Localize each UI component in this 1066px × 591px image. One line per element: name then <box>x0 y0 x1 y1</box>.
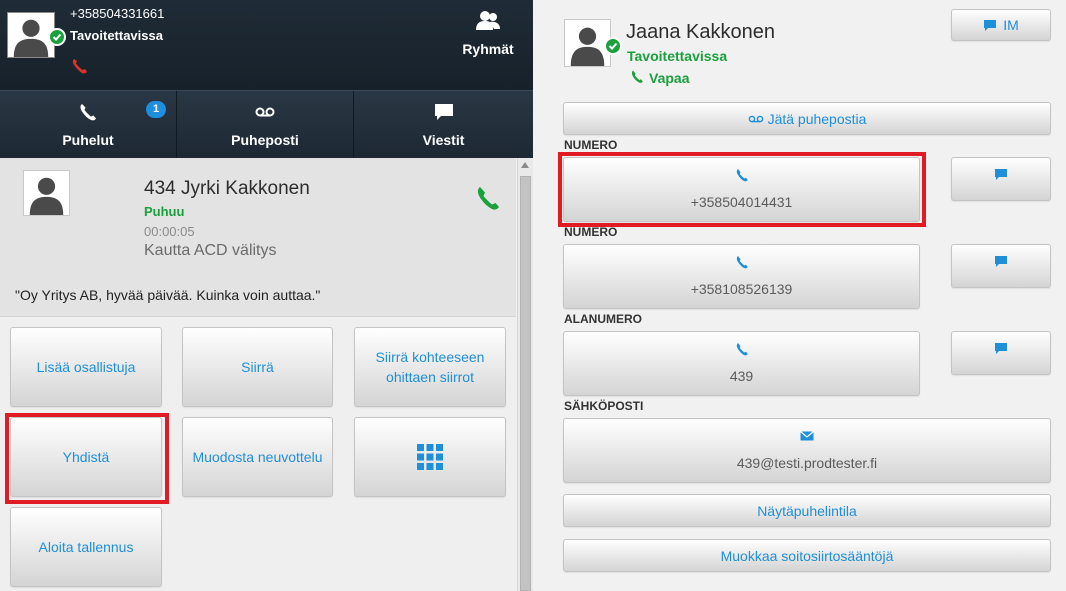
voicemail-icon <box>748 115 763 122</box>
tab-voicemail[interactable]: Puheposti <box>177 91 354 159</box>
leave-voicemail-button[interactable]: Jätä puhepostia <box>563 102 1051 135</box>
conference-button[interactable]: Muodosta neuvottelu <box>182 417 333 497</box>
tab-calls-label: Puhelut <box>62 132 114 148</box>
my-number: +358504331661 <box>70 6 165 21</box>
phone-hangup-icon[interactable] <box>70 56 90 76</box>
add-participant-button[interactable]: Lisää osallistuja <box>10 327 162 407</box>
scroll-thumb[interactable] <box>520 176 531 591</box>
highlight-box <box>558 152 926 227</box>
call-number-button[interactable]: +358108526139 <box>563 244 920 309</box>
im-label: IM <box>1003 17 1019 33</box>
calls-count-badge: 1 <box>146 101 166 118</box>
my-status-icon <box>48 28 66 46</box>
my-status: Tavoitettavissa <box>70 28 163 43</box>
contact-status: Tavoitettavissa <box>627 48 728 64</box>
keypad-icon <box>417 444 443 470</box>
call-greeting-script: "Oy Yritys AB, hyvää päivää. Kuinka voin… <box>15 287 321 303</box>
active-call-card: 434 Jyrki Kakkonen Puhuu 00:00:05 Kautta… <box>0 158 516 317</box>
extension-value: 439 <box>729 367 754 384</box>
start-recording-button[interactable]: Aloita tallennus <box>10 507 162 587</box>
phone-icon <box>80 104 96 121</box>
message-extension-button[interactable] <box>951 331 1051 375</box>
highlight-box <box>5 413 169 504</box>
phone-icon <box>736 342 748 355</box>
number-value: +358108526139 <box>690 280 793 297</box>
show-phone-state-button[interactable]: Näytäpuhelintila <box>563 494 1051 527</box>
chat-icon <box>434 104 453 120</box>
message-number-button[interactable] <box>951 244 1051 288</box>
tab-messages[interactable]: Viestit <box>355 91 532 159</box>
phone-icon <box>736 255 748 268</box>
left-panel: +358504331661 Tavoitettavissa Ryhmät Puh… <box>0 0 533 591</box>
im-button[interactable]: IM <box>951 9 1051 41</box>
groups-label: Ryhmät <box>462 41 514 57</box>
leave-voicemail-label: Jätä puhepostia <box>767 110 867 127</box>
send-email-button[interactable]: 439@testi.prodtester.fi <box>563 418 1051 483</box>
transfer-bypass-button[interactable]: Siirrä kohteeseen ohittaen siirrot <box>354 327 506 407</box>
call-status: Puhuu <box>144 204 185 219</box>
email-icon <box>800 430 814 440</box>
contact-status-icon <box>604 37 622 55</box>
tab-voicemail-label: Puheposti <box>231 132 299 148</box>
extension-label: ALANUMERO <box>564 312 642 326</box>
call-extension-button[interactable]: 439 <box>563 331 920 396</box>
chat-icon <box>995 255 1007 267</box>
groups-button[interactable]: Ryhmät <box>440 10 536 70</box>
contact-call-state: Vapaa <box>649 70 690 86</box>
tab-bar: Puhelut 1 Puheposti Viestit <box>0 90 533 159</box>
chat-icon <box>995 342 1007 354</box>
call-timer: 00:00:05 <box>144 224 195 239</box>
voicemail-icon <box>255 107 275 117</box>
email-value: 439@testi.prodtester.fi <box>736 454 878 471</box>
email-label: SÄHKÖPOSTI <box>564 399 644 413</box>
scrollbar[interactable] <box>517 158 533 591</box>
tab-messages-label: Viestit <box>422 132 465 148</box>
edit-forwarding-rules-button[interactable]: Muokkaa soitosiirtosääntöjä <box>563 539 1051 572</box>
group-icon <box>476 11 500 30</box>
phone-icon <box>631 70 643 83</box>
header-bar: +358504331661 Tavoitettavissa Ryhmät <box>0 0 533 90</box>
number-label: NUMERO <box>564 225 618 239</box>
message-number-button[interactable] <box>951 157 1051 201</box>
chat-icon <box>984 19 997 31</box>
caller-name: 434 Jyrki Kakkonen <box>144 178 310 199</box>
chat-icon <box>995 168 1007 180</box>
caller-avatar <box>23 170 70 216</box>
keypad-button[interactable] <box>354 417 506 497</box>
contact-name: Jaana Kakkonen <box>626 21 776 43</box>
tab-calls[interactable]: Puhelut 1 <box>0 91 177 159</box>
number-label: NUMERO <box>564 138 618 152</box>
phone-icon[interactable] <box>474 184 502 212</box>
scroll-up-arrow[interactable] <box>521 162 529 168</box>
transfer-button[interactable]: Siirrä <box>182 327 333 407</box>
contact-panel: Jaana Kakkonen Tavoitettavissa Vapaa IM … <box>533 0 1066 591</box>
call-via: Kautta ACD välitys <box>144 242 277 259</box>
